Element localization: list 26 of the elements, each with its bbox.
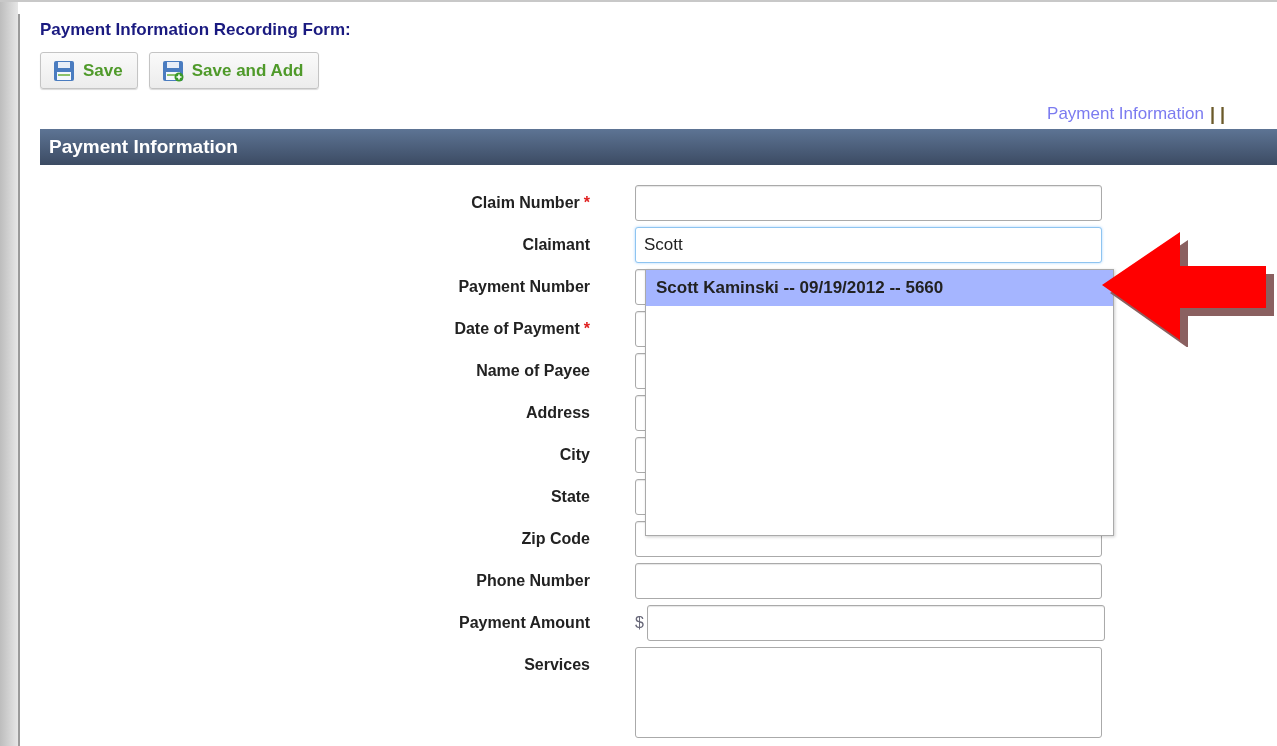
field-label: City — [559, 445, 590, 465]
input-field[interactable] — [635, 563, 1102, 599]
separator: | | — [1209, 103, 1225, 125]
input-field[interactable] — [635, 185, 1102, 221]
field-label: Date of Payment * — [454, 319, 590, 339]
currency-sign: $ — [635, 614, 645, 632]
floppy-disk-plus-icon — [161, 59, 184, 82]
field-label: Zip Code — [521, 529, 590, 549]
field-label: Payment Number — [458, 277, 590, 297]
input-field[interactable] — [647, 605, 1105, 641]
field-label: State — [550, 487, 590, 507]
form-title: Payment Information Recording Form: — [40, 19, 352, 41]
save-and-add-button[interactable]: Save and Add — [148, 52, 319, 89]
field-label: Claim Number * — [471, 193, 590, 213]
field-label: Claimant — [522, 235, 590, 255]
field-label: Services — [524, 655, 590, 675]
section-header: Payment Information — [40, 129, 1277, 165]
suggestion-item[interactable]: Scott Kaminski -- 09/19/2012 -- 5660 — [646, 270, 1113, 306]
field-label: Phone Number — [476, 571, 590, 591]
field-label: Name of Payee — [476, 361, 590, 381]
field-label: Address — [525, 403, 590, 423]
payment-information-link[interactable]: Payment Information — [1047, 104, 1204, 124]
input-field[interactable]: Scott — [635, 227, 1102, 263]
save-button[interactable]: Save — [40, 52, 138, 89]
field-label: Payment Amount — [459, 613, 590, 633]
services-field[interactable] — [635, 647, 1102, 738]
